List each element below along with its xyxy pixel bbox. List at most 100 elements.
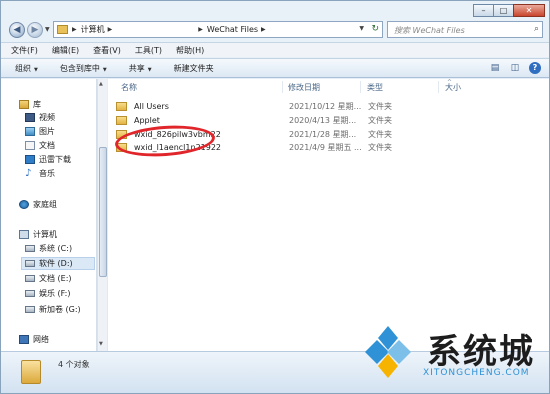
breadcrumb-wechat-files[interactable]: WeChat Files [207, 25, 258, 34]
include-label: 包含到库中 [59, 63, 100, 73]
navigation-pane: 库 视频 图片 文档 迅雷下载 ♪ 音乐 家庭组 计算机 系统 (C:) 软件 … [1, 79, 97, 351]
nav-label: 音乐 [39, 169, 55, 178]
address-dropdown-icon[interactable]: ▼ [359, 25, 364, 32]
nav-item-library[interactable]: 库 [19, 99, 41, 110]
column-header-size[interactable]: 大小 [445, 82, 461, 93]
include-in-library-button[interactable]: 包含到库中 ▼ [60, 63, 107, 74]
column-header-type[interactable]: 类型 [367, 82, 383, 93]
menu-file[interactable]: 文件(F) [11, 45, 38, 56]
window-controls: – □ ✕ [473, 4, 545, 17]
toolbar: 组织 ▼ 包含到库中 ▼ 共享 ▼ 新建文件夹 ▤ ◫ ? [1, 58, 549, 78]
file-name: Applet [134, 116, 160, 125]
nav-item-thunder-downloads[interactable]: 迅雷下载 [25, 154, 71, 165]
drive-icon [25, 275, 35, 282]
drive-icon [25, 306, 35, 313]
scroll-thumb[interactable] [99, 147, 107, 277]
nav-item-drive-d[interactable]: 软件 (D:) [21, 257, 95, 270]
nav-label: 计算机 [33, 230, 57, 239]
nav-item-drive-e[interactable]: 文档 (E:) [25, 273, 72, 284]
caret-down-icon: ▼ [147, 66, 152, 73]
nav-item-network[interactable]: 网络 [19, 334, 49, 345]
document-icon [25, 141, 35, 150]
search-input[interactable]: 搜索 WeChat Files ⌕ [387, 21, 543, 38]
column-divider[interactable] [282, 81, 283, 93]
nav-item-pictures[interactable]: 图片 [25, 126, 55, 137]
nav-label: 图片 [39, 127, 55, 136]
breadcrumb-computer[interactable]: 计算机 [81, 24, 105, 35]
nav-label: 库 [33, 100, 41, 109]
object-count: 4 个对象 [58, 360, 90, 369]
search-icon[interactable]: ⌕ [534, 24, 539, 34]
search-placeholder: 搜索 WeChat Files [394, 26, 465, 35]
watermark-logo-icon [365, 326, 411, 378]
watermark-title: 系统城 [427, 332, 535, 372]
file-type: 文件夹 [368, 102, 392, 111]
network-icon [19, 335, 29, 344]
breadcrumb-redacted[interactable] [116, 25, 196, 34]
forward-button[interactable]: ▶ [27, 22, 43, 38]
nav-item-homegroup[interactable]: 家庭组 [19, 199, 57, 210]
help-icon[interactable]: ? [529, 62, 541, 74]
nav-item-videos[interactable]: 视频 [25, 112, 55, 123]
pictures-icon [25, 127, 35, 136]
column-header-date[interactable]: 修改日期 [288, 82, 320, 93]
nav-label: 软件 (D:) [39, 259, 73, 268]
back-button[interactable]: ◀ [9, 22, 25, 38]
drive-icon [25, 290, 35, 297]
column-header-name[interactable]: 名称 [121, 82, 137, 93]
maximize-button[interactable]: □ [493, 4, 514, 17]
close-button[interactable]: ✕ [513, 4, 545, 17]
nav-item-music[interactable]: ♪ 音乐 [25, 168, 55, 179]
file-type: 文件夹 [368, 130, 392, 139]
folder-icon [116, 102, 127, 111]
nav-item-computer[interactable]: 计算机 [19, 229, 57, 240]
recent-pages-icon[interactable]: ▼ [45, 26, 50, 33]
minimize-button[interactable]: – [473, 4, 494, 17]
watermark: 系统城 XITONGCHENG.COM [357, 320, 550, 386]
nav-label: 系统 (C:) [39, 244, 73, 253]
scroll-up-icon[interactable]: ▲ [99, 81, 103, 87]
menu-help[interactable]: 帮助(H) [176, 45, 204, 56]
explorer-window: – □ ✕ ◀ ▶ ▼ ▶ 计算机 ▶ ▶ WeChat Files ▶ ▼ ↻… [0, 0, 550, 394]
new-folder-button[interactable]: 新建文件夹 [174, 63, 214, 74]
nav-item-drive-f[interactable]: 娱乐 (F:) [25, 288, 70, 299]
file-date: 2021/1/28 星期... [289, 130, 357, 139]
column-divider[interactable] [438, 81, 439, 93]
scroll-down-icon[interactable]: ▼ [99, 341, 103, 347]
chevron-right-icon[interactable]: ▶ [108, 26, 113, 33]
file-type: 文件夹 [368, 116, 392, 125]
computer-icon [19, 230, 29, 239]
share-label: 共享 [128, 63, 145, 73]
video-icon [25, 113, 35, 122]
nav-item-documents[interactable]: 文档 [25, 140, 55, 151]
menu-view[interactable]: 查看(V) [93, 45, 121, 56]
file-date: 2021/10/12 星期... [289, 102, 362, 111]
chevron-right-icon[interactable]: ▶ [261, 26, 266, 33]
organize-button[interactable]: 组织 ▼ [15, 63, 38, 74]
file-type: 文件夹 [368, 143, 392, 152]
address-bar[interactable]: ▶ 计算机 ▶ ▶ WeChat Files ▶ ▼ ↻ [53, 21, 383, 38]
file-name: All Users [134, 102, 169, 111]
chevron-right-icon[interactable]: ▶ [72, 26, 77, 33]
view-options-icon[interactable]: ▤ [489, 62, 501, 74]
preview-pane-icon[interactable]: ◫ [509, 62, 521, 74]
homegroup-icon [19, 200, 29, 209]
column-divider[interactable] [360, 81, 361, 93]
file-row[interactable]: All Users 2021/10/12 星期... 文件夹 [116, 100, 456, 113]
download-icon [25, 155, 35, 164]
nav-scrollbar[interactable]: ▲ ▼ [97, 79, 107, 351]
menu-tools[interactable]: 工具(T) [135, 45, 162, 56]
nav-label: 新加卷 (G:) [39, 305, 81, 314]
nav-item-drive-g[interactable]: 新加卷 (G:) [25, 304, 81, 315]
folder-icon [57, 25, 68, 34]
nav-label: 文档 (E:) [39, 274, 72, 283]
music-note-icon: ♪ [25, 168, 32, 179]
chevron-right-icon[interactable]: ▶ [198, 26, 203, 33]
refresh-icon[interactable]: ↻ [371, 24, 379, 34]
folder-icon [21, 360, 41, 384]
share-button[interactable]: 共享 ▼ [129, 63, 152, 74]
nav-label: 家庭组 [33, 200, 57, 209]
nav-item-drive-c[interactable]: 系统 (C:) [25, 243, 72, 254]
menu-edit[interactable]: 编辑(E) [52, 45, 79, 56]
folder-icon [116, 116, 127, 125]
